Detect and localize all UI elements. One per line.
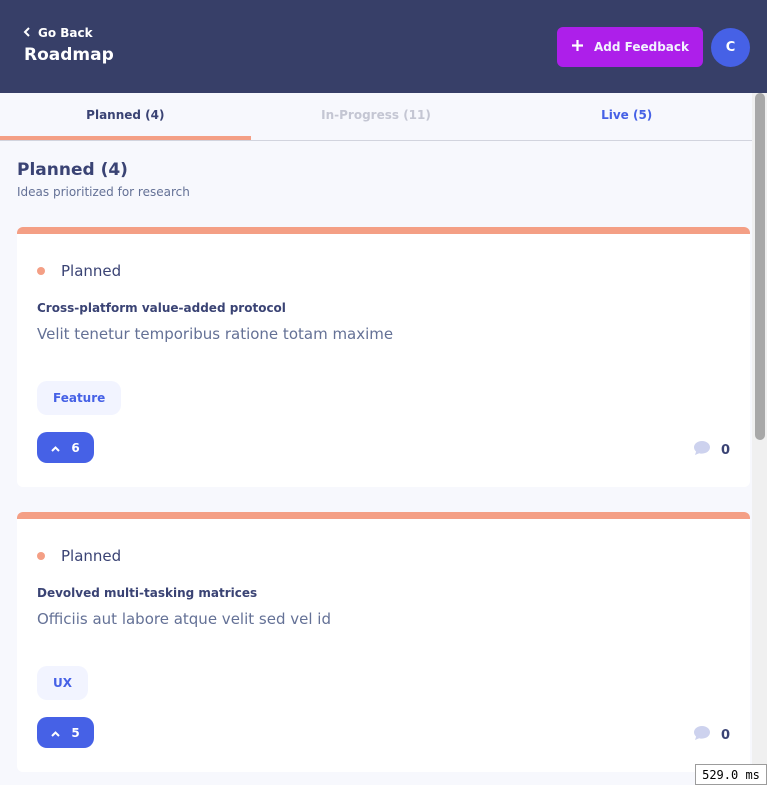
go-back-label: Go Back	[38, 26, 93, 40]
chevron-up-icon	[51, 726, 61, 740]
add-feedback-label: Add Feedback	[593, 40, 689, 54]
go-back-link[interactable]: Go Back	[23, 26, 93, 40]
comment-count-value: 0	[720, 442, 730, 458]
tab-in-progress[interactable]: In-Progress (11)	[251, 93, 502, 140]
tab-planned[interactable]: Planned (4)	[0, 93, 251, 140]
tab-live[interactable]: Live (5)	[501, 93, 752, 140]
card-description: Velit tenetur temporibus ratione totam m…	[37, 325, 394, 343]
add-feedback-button[interactable]: Add Feedback	[557, 27, 703, 67]
card-status: Planned	[37, 547, 121, 565]
card-description: Officiis aut labore atque velit sed vel …	[37, 610, 331, 628]
upvote-count: 6	[71, 440, 80, 455]
comment-bubble-icon	[693, 440, 711, 460]
app-header: Go Back Roadmap Add Feedback C	[0, 0, 767, 93]
card-title[interactable]: Cross-platform value-added protocol	[37, 301, 286, 315]
comment-count: 0	[693, 725, 730, 745]
chevron-left-icon	[23, 26, 30, 40]
card-title[interactable]: Devolved multi-tasking matrices	[37, 586, 257, 600]
card-status: Planned	[37, 262, 121, 280]
page-title: Roadmap	[24, 45, 114, 65]
upvote-count: 5	[71, 725, 80, 740]
vertical-scrollbar[interactable]	[752, 93, 767, 785]
feedback-card[interactable]: Planned Cross-platform value-added proto…	[17, 227, 750, 487]
status-label: Planned	[61, 262, 122, 280]
timing-badge: 529.0 ms	[695, 764, 767, 785]
user-avatar[interactable]: C	[711, 28, 750, 67]
chevron-up-icon	[51, 441, 61, 455]
upvote-button[interactable]: 6	[37, 432, 94, 463]
scrollbar-thumb[interactable]	[755, 93, 765, 440]
category-tag[interactable]: UX	[37, 666, 88, 700]
section-subtitle: Ideas prioritized for research	[17, 185, 190, 199]
comment-count: 0	[693, 440, 730, 460]
category-tag[interactable]: Feature	[37, 381, 122, 415]
status-dot	[37, 267, 45, 275]
section-title: Planned (4)	[17, 160, 128, 180]
plus-icon	[571, 39, 584, 55]
status-label: Planned	[61, 547, 122, 565]
feedback-card[interactable]: Planned Devolved multi-tasking matrices …	[17, 512, 750, 772]
upvote-button[interactable]: 5	[37, 717, 94, 748]
roadmap-tabs: Planned (4) In-Progress (11) Live (5)	[0, 93, 752, 141]
comment-count-value: 0	[720, 727, 730, 743]
comment-bubble-icon	[693, 725, 711, 745]
status-dot	[37, 552, 45, 560]
